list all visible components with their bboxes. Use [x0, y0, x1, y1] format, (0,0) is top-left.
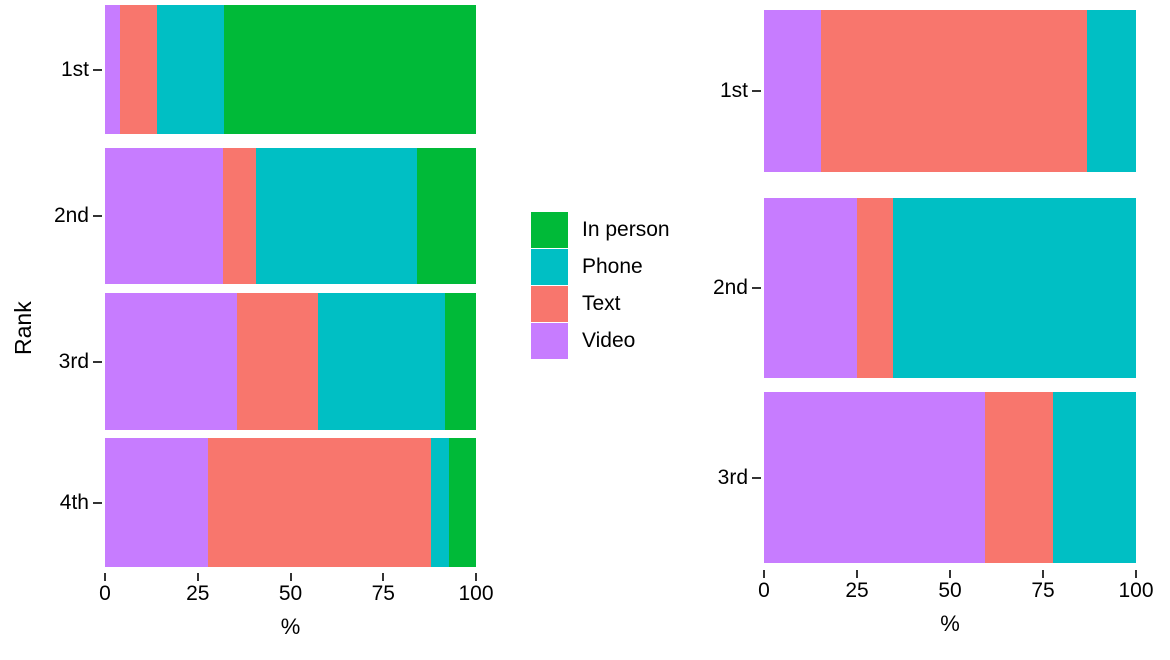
bar-segment-video — [764, 198, 857, 378]
legend-entry-video: Video — [531, 322, 681, 359]
x-tick-label-25: 25 — [845, 579, 869, 602]
x-tick-label-50: 50 — [278, 582, 303, 605]
legend: In person Phone Text Video — [531, 211, 681, 359]
y-tick-mark — [93, 215, 102, 217]
bar-segment-phone — [430, 438, 449, 567]
right-chart-panel: 1st 2nd 3rd 0 25 50 75 100 % — [690, 0, 1170, 660]
y-tick-mark — [752, 287, 761, 289]
legend-label: Phone — [582, 255, 643, 278]
y-tick-mark — [93, 501, 102, 504]
legend-entry-text: Text — [531, 285, 681, 322]
bar-segment-phone — [317, 293, 445, 430]
y-tick-label-3rd: 3rd — [717, 465, 748, 489]
x-tick-mark — [763, 570, 765, 578]
bar-segment-text — [119, 5, 157, 134]
stacked-bar-row — [105, 5, 476, 134]
bar-segment-text — [857, 198, 894, 378]
x-tick-label-0: 0 — [758, 579, 770, 602]
stacked-bar-row — [105, 438, 476, 567]
x-axis-title-percent-left: % — [280, 614, 301, 639]
bar-segment-text — [984, 392, 1054, 563]
figure-canvas: 1st 2nd 3rd 4th 0 25 50 75 100 Rank % In person P… — [0, 0, 1170, 660]
legend-entry-in-person: In person — [531, 211, 681, 248]
x-tick-mark — [949, 570, 951, 578]
y-tick-mark — [93, 68, 102, 71]
bar-segment-video — [105, 148, 223, 284]
bar-segment-phone — [255, 148, 417, 284]
bar-segment-phone — [1053, 392, 1136, 563]
y-tick-label-2nd: 2nd — [712, 276, 748, 299]
x-axis-title-percent-right: % — [940, 611, 960, 636]
x-tick-mark — [104, 573, 106, 581]
stacked-bar-row — [764, 392, 1136, 563]
bar-segment-in-person — [444, 293, 476, 430]
stacked-bar-row — [764, 10, 1136, 172]
legend-label: Video — [582, 329, 636, 352]
y-tick-mark — [752, 476, 761, 479]
legend-entry-phone: Phone — [531, 248, 681, 285]
x-tick-mark — [196, 573, 199, 581]
bar-segment-text — [820, 10, 1087, 172]
legend-swatch-icon — [531, 248, 568, 285]
x-tick-label-25: 25 — [186, 582, 210, 605]
stacked-bar-row — [764, 198, 1136, 378]
y-tick-label-4th: 4th — [59, 490, 89, 514]
legend-label: Text — [582, 292, 621, 315]
legend-swatch-icon — [531, 322, 568, 359]
x-tick-mark — [1135, 570, 1137, 578]
bar-segment-phone — [1086, 10, 1136, 172]
y-axis-title-rank: Rank — [10, 301, 36, 355]
x-tick-mark — [382, 573, 385, 581]
bar-segment-video — [105, 438, 209, 567]
x-tick-label-75: 75 — [1031, 579, 1055, 602]
bar-segment-video — [105, 5, 120, 134]
bar-segment-phone — [156, 5, 224, 134]
y-tick-label-2nd: 2nd — [53, 204, 89, 227]
x-tick-label-100: 100 — [458, 582, 494, 605]
legend-label: In person — [582, 218, 670, 241]
legend-swatch-icon — [531, 211, 568, 248]
stacked-bar-row — [105, 293, 476, 430]
bar-segment-video — [105, 293, 238, 430]
x-tick-mark — [475, 573, 477, 581]
bar-segment-in-person — [448, 438, 476, 567]
stacked-bar-row — [105, 148, 476, 284]
bar-segment-in-person — [416, 148, 476, 284]
bar-segment-text — [237, 293, 318, 430]
y-tick-label-1st: 1st — [60, 57, 89, 81]
x-tick-mark — [289, 573, 292, 581]
legend-swatch-icon — [531, 285, 568, 322]
x-tick-label-0: 0 — [99, 582, 111, 605]
left-plot-area — [0, 0, 520, 660]
bar-segment-in-person — [223, 5, 476, 134]
bar-segment-phone — [893, 198, 1136, 378]
x-tick-label-75: 75 — [371, 582, 395, 605]
y-tick-mark — [93, 360, 102, 363]
x-tick-mark — [1042, 570, 1044, 578]
y-tick-label-1st: 1st — [719, 79, 748, 102]
x-tick-label-100: 100 — [1118, 579, 1154, 602]
bar-segment-text — [222, 148, 256, 284]
bar-segment-text — [208, 438, 431, 567]
y-tick-mark — [752, 90, 761, 92]
x-tick-mark — [856, 570, 858, 578]
bar-segment-video — [764, 392, 985, 563]
right-plot-area — [690, 0, 1170, 660]
left-chart-panel: 1st 2nd 3rd 4th 0 25 50 75 100 Rank % — [0, 0, 520, 660]
bar-segment-video — [764, 10, 821, 172]
x-tick-label-50: 50 — [938, 579, 962, 602]
